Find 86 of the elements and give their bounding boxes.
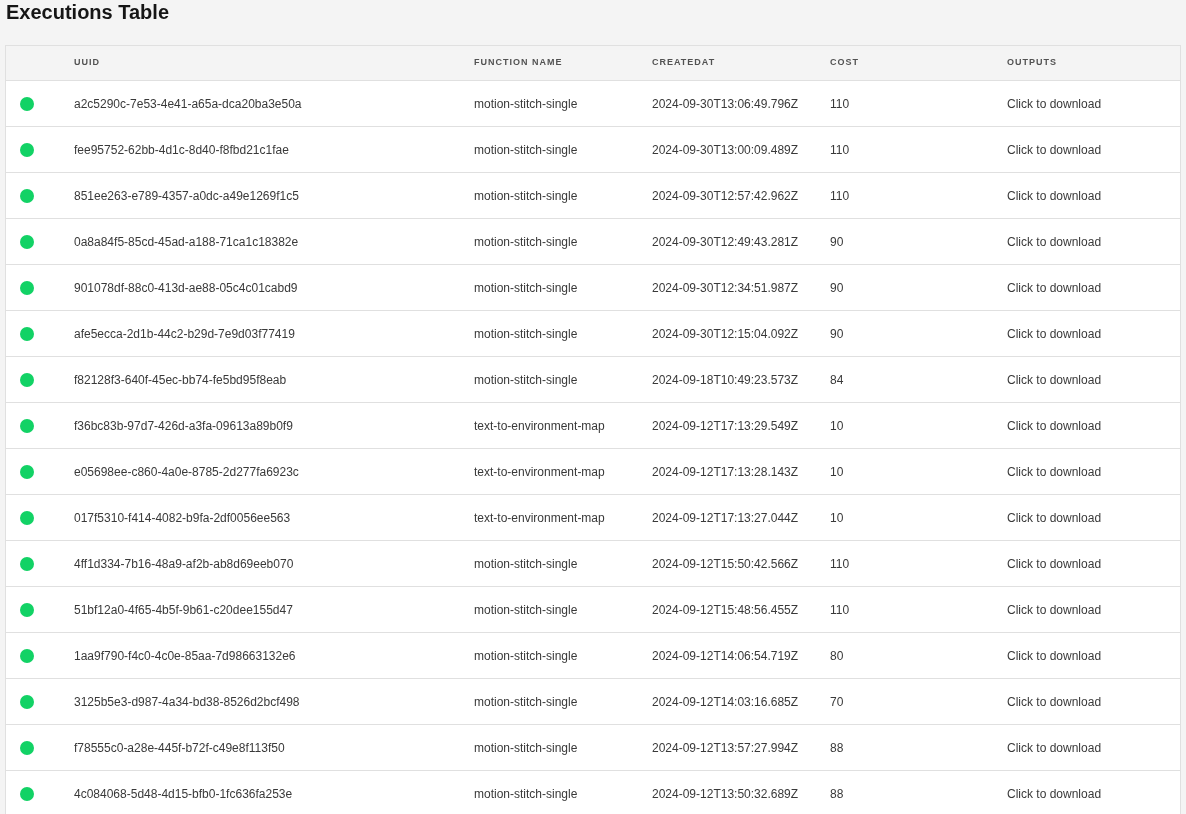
table-cell-text: 2024-09-12T14:06:54.719Z	[652, 647, 800, 665]
table-cell-text: 90	[830, 233, 845, 251]
column-header: OUTPUTS	[1007, 56, 1058, 70]
table-cell-text: 10	[830, 509, 845, 527]
table-cell-text: fee95752-62bb-4d1c-8d40-f8fbd21c1fae	[74, 141, 290, 159]
table-cell-text: 2024-09-30T13:00:09.489Z	[652, 141, 800, 159]
table-cell-text: 2024-09-12T15:48:56.455Z	[652, 601, 800, 619]
table-cell-text: text-to-environment-map	[474, 509, 606, 527]
table-cell-text: 2024-09-12T17:13:27.044Z	[652, 509, 800, 527]
table-cell-text: 80	[830, 647, 845, 665]
table-cell-text: f82128f3-640f-45ec-bb74-fe5bd95f8eab	[74, 371, 288, 389]
table-cell-text: text-to-environment-map	[474, 417, 606, 435]
download-link[interactable]: Click to download	[1007, 280, 1102, 295]
download-link[interactable]: Click to download	[1007, 326, 1102, 341]
table-cell-text: motion-stitch-single	[474, 693, 579, 711]
table-cell-text: 2024-09-30T12:34:51.987Z	[652, 279, 800, 297]
download-link[interactable]: Click to download	[1007, 648, 1102, 663]
table-cell-text: motion-stitch-single	[474, 739, 579, 757]
table-cell-text: 851ee263-e789-4357-a0dc-a49e1269f1c5	[74, 187, 300, 205]
table-cell-text: 90	[830, 325, 845, 343]
column-header: COST	[830, 56, 860, 70]
download-link[interactable]: Click to download	[1007, 188, 1102, 203]
table-cell-text: 84	[830, 371, 845, 389]
download-link[interactable]: Click to download	[1007, 418, 1102, 433]
table-cell-text: 2024-09-30T12:15:04.092Z	[652, 325, 800, 343]
download-link[interactable]: Click to download	[1007, 372, 1102, 387]
table-cell-text: e05698ee-c860-4a0e-8785-2d277fa6923c	[74, 463, 300, 481]
table-cell-text: 2024-09-12T13:50:32.689Z	[652, 785, 800, 803]
table-cell-text: 110	[830, 555, 851, 573]
column-header: FUNCTION NAME	[474, 56, 564, 70]
table-cell-text: 90	[830, 279, 845, 297]
table-cell-text: 2024-09-12T14:03:16.685Z	[652, 693, 800, 711]
table-cell-text: text-to-environment-map	[474, 463, 606, 481]
column-header: UUID	[74, 56, 101, 70]
table-cell-text: 2024-09-30T12:49:43.281Z	[652, 233, 800, 251]
table-cell-text: motion-stitch-single	[474, 371, 579, 389]
table-cell-text: 2024-09-12T13:57:27.994Z	[652, 739, 800, 757]
table-cell-text: f36bc83b-97d7-426d-a3fa-09613a89b0f9	[74, 417, 294, 435]
table-cell-text: 10	[830, 463, 845, 481]
download-link[interactable]: Click to download	[1007, 96, 1102, 111]
download-link[interactable]: Click to download	[1007, 464, 1102, 479]
table-cell-text: 51bf12a0-4f65-4b5f-9b61-c20dee155d47	[74, 601, 294, 619]
table-cell-text: 2024-09-18T10:49:23.573Z	[652, 371, 800, 389]
table-cell-text: motion-stitch-single	[474, 647, 579, 665]
table-cell-text: f78555c0-a28e-445f-b72f-c49e8f113f50	[74, 739, 286, 757]
table-cell-text: afe5ecca-2d1b-44c2-b29d-7e9d03f77419	[74, 325, 296, 343]
download-link[interactable]: Click to download	[1007, 510, 1102, 525]
table-cell-text: motion-stitch-single	[474, 233, 579, 251]
table-cell-text: 2024-09-30T12:57:42.962Z	[652, 187, 800, 205]
download-link[interactable]: Click to download	[1007, 694, 1102, 709]
table-cell-text: motion-stitch-single	[474, 95, 579, 113]
table-cell-text: motion-stitch-single	[474, 279, 579, 297]
table-cell-text: motion-stitch-single	[474, 325, 579, 343]
download-link[interactable]: Click to download	[1007, 556, 1102, 571]
download-link[interactable]: Click to download	[1007, 740, 1102, 755]
download-link[interactable]: Click to download	[1007, 234, 1102, 249]
table-cell-text: 110	[830, 601, 851, 619]
table-cell-text: 3125b5e3-d987-4a34-bd38-8526d2bcf498	[74, 693, 301, 711]
download-link[interactable]: Click to download	[1007, 786, 1102, 801]
download-link[interactable]: Click to download	[1007, 602, 1102, 617]
table-cell-text: motion-stitch-single	[474, 141, 579, 159]
table-cell-text: 2024-09-12T17:13:28.143Z	[652, 463, 800, 481]
table-cell-text: 4ff1d334-7b16-48a9-af2b-ab8d69eeb070	[74, 555, 295, 573]
table-cell-text: 4c084068-5d48-4d15-bfb0-1fc636fa253e	[74, 785, 294, 803]
table-cell-text: 70	[830, 693, 845, 711]
table-cell-text: motion-stitch-single	[474, 601, 579, 619]
table-cell-text: 2024-09-30T13:06:49.796Z	[652, 95, 800, 113]
table-cell-text: motion-stitch-single	[474, 187, 579, 205]
table-cell-text: 110	[830, 95, 851, 113]
table-cell-text: motion-stitch-single	[474, 555, 579, 573]
table-cell-text: 88	[830, 739, 845, 757]
table-cell-text: 10	[830, 417, 845, 435]
table-cell-text: 901078df-88c0-413d-ae88-05c4c01cabd9	[74, 279, 299, 297]
column-header: CREATEDAT	[652, 56, 717, 70]
table-cell-text: 110	[830, 187, 851, 205]
table-cell-text: a2c5290c-7e53-4e41-a65a-dca20ba3e50a	[74, 95, 303, 113]
table-cell-text: 110	[830, 141, 851, 159]
table-cell-text: 017f5310-f414-4082-b9fa-2df0056ee563	[74, 509, 292, 527]
download-link[interactable]: Click to download	[1007, 142, 1102, 157]
table-cell-text: 2024-09-12T15:50:42.566Z	[652, 555, 800, 573]
table-cell-text: 88	[830, 785, 845, 803]
table-cell-text: motion-stitch-single	[474, 785, 579, 803]
table-cell-text: 2024-09-12T17:13:29.549Z	[652, 417, 800, 435]
table-cell-text: 1aa9f790-f4c0-4c0e-85aa-7d98663132e6	[74, 647, 297, 665]
table-cell-text: 0a8a84f5-85cd-45ad-a188-71ca1c18382e	[74, 233, 300, 251]
page-title: Executions Table	[5, 0, 170, 25]
